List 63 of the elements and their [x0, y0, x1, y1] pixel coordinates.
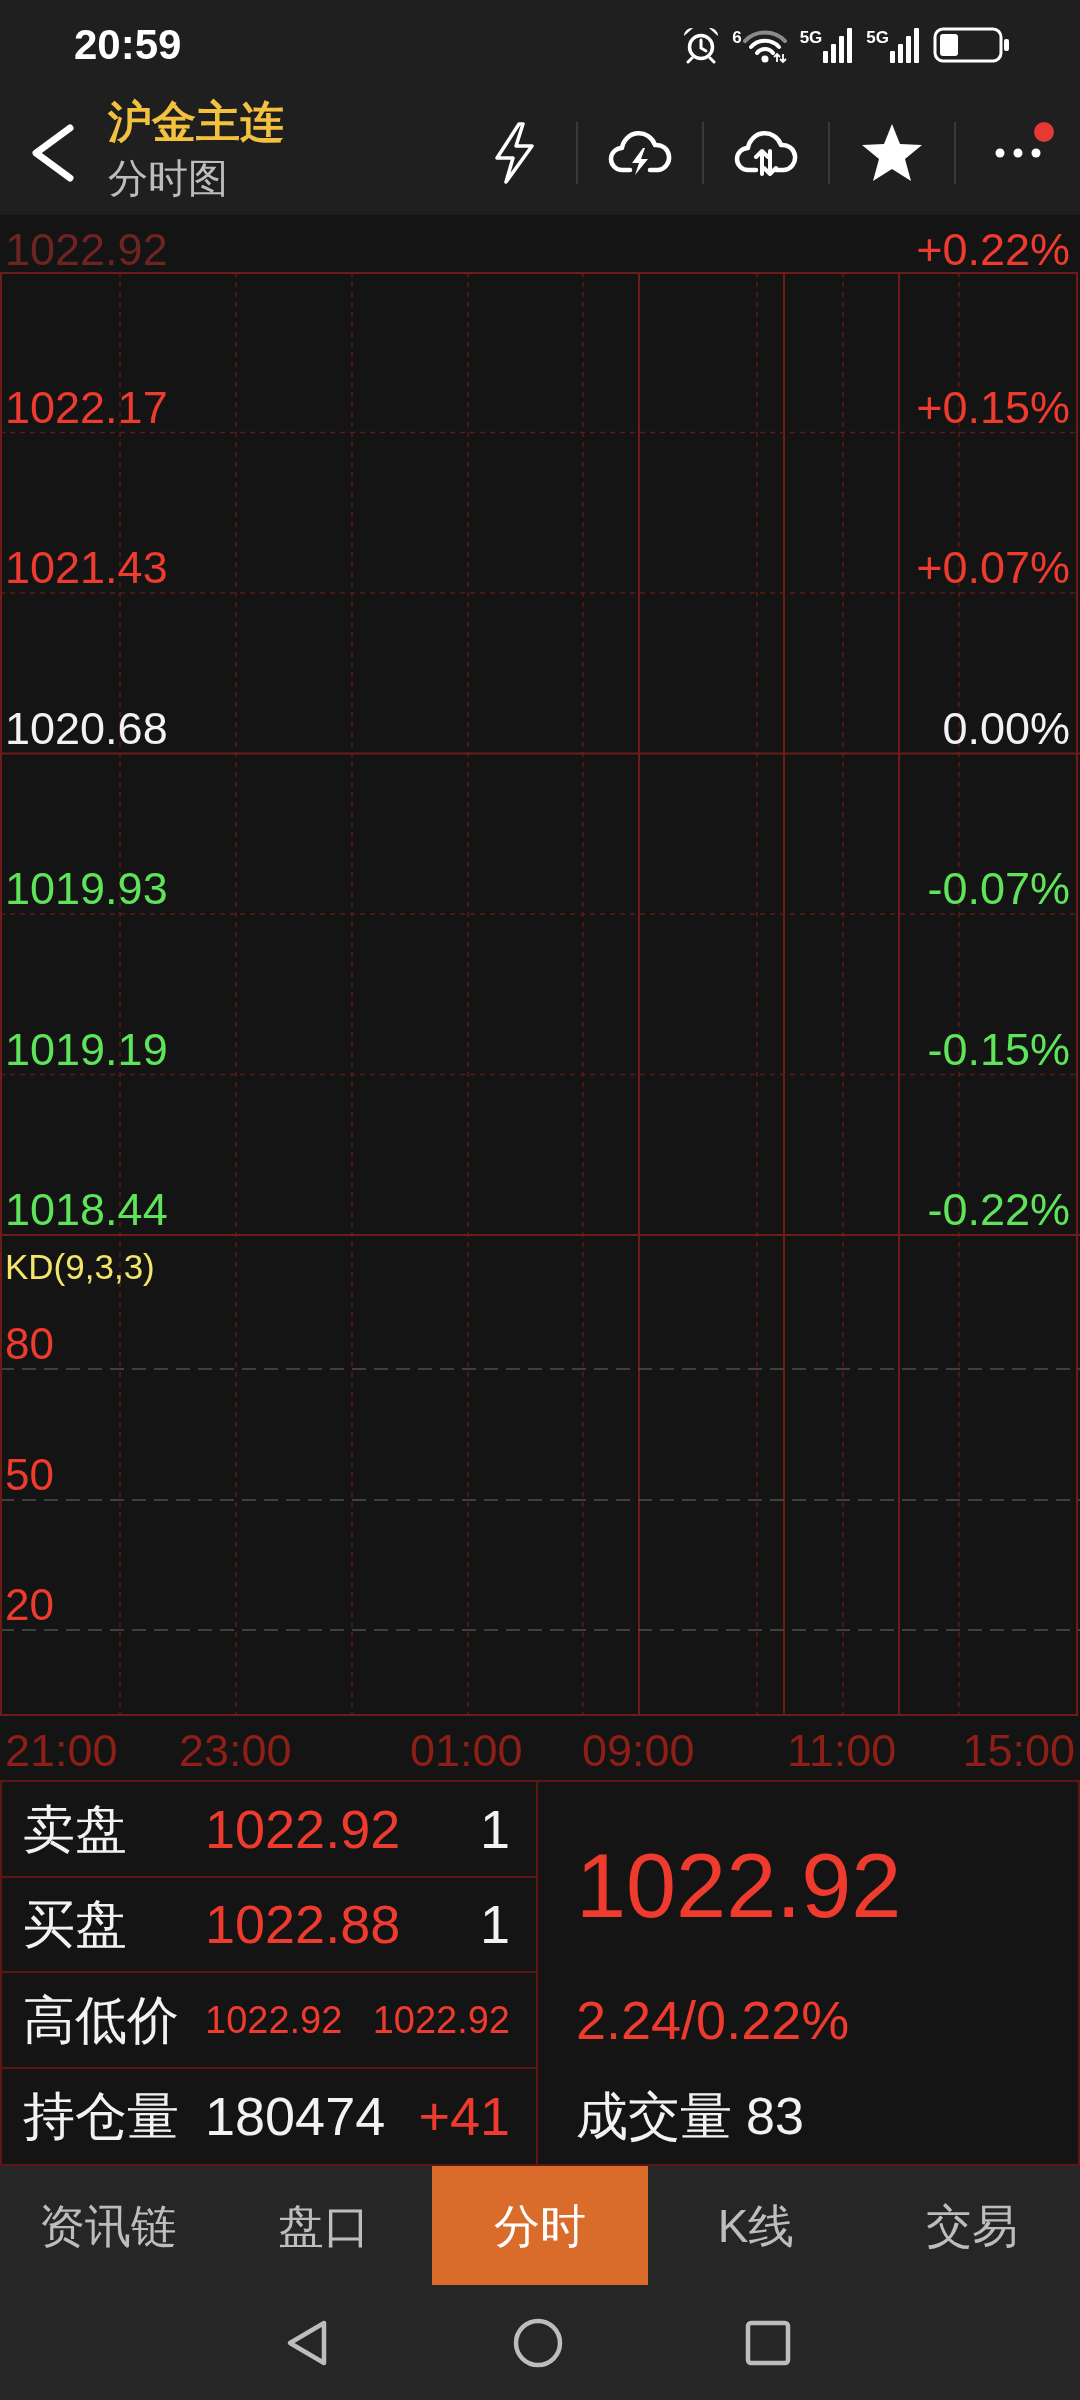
- indicator-axis-label: 20: [5, 1583, 54, 1627]
- signal-bars-icon: [822, 27, 855, 63]
- volume-value: 83: [746, 2090, 804, 2143]
- network-type-label: 5G: [799, 29, 823, 46]
- percent-axis-label: +0.22%: [916, 227, 1070, 272]
- tab[interactable]: K线: [648, 2166, 864, 2285]
- battery-icon: [933, 27, 1009, 63]
- price-axis-label: 1020.68: [5, 705, 168, 751]
- tab[interactable]: 盘口: [216, 2166, 432, 2285]
- network-type-label: 5G: [866, 29, 889, 46]
- last-price: 1022.92: [576, 1841, 902, 1932]
- price-axis-label: 1019.93: [5, 866, 168, 911]
- home-circle-icon: [513, 2317, 563, 2368]
- quote-label: 高低价: [23, 1990, 179, 2049]
- lightning-icon: [492, 120, 536, 185]
- back-button[interactable]: [30, 123, 76, 182]
- quote-value: 1022.92: [205, 2000, 343, 2039]
- percent-axis-label: -0.15%: [927, 1026, 1070, 1072]
- recents-square-icon: [745, 2319, 791, 2366]
- instrument-title: 沪金主连: [108, 99, 284, 144]
- time-axis-label: 11:00: [787, 1728, 897, 1773]
- quote-value: 180474: [205, 2089, 386, 2144]
- percent-axis-label: +0.15%: [916, 384, 1070, 430]
- quote-value: 1022.92: [205, 1801, 401, 1856]
- percent-axis-label: 0.00%: [942, 705, 1070, 751]
- cloud-arrows-icon: [734, 129, 798, 176]
- quote-value: +41: [418, 2089, 510, 2144]
- quote-label: 卖盘: [23, 1799, 127, 1858]
- price-axis-label: 1021.43: [5, 545, 168, 590]
- chart-type-subtitle: 分时图: [108, 157, 229, 198]
- quote-value: 1022.92: [372, 2000, 510, 2039]
- indicator-axis-label: 80: [5, 1322, 54, 1366]
- status-time: 20:59: [74, 24, 182, 66]
- percent-axis-label: +0.07%: [916, 545, 1070, 590]
- time-axis-label: 23:00: [179, 1728, 292, 1773]
- star-icon: [861, 122, 923, 183]
- more-dots-icon: [995, 147, 1041, 158]
- wifi-standard-label: 6: [732, 29, 742, 46]
- time-axis-label: 09:00: [582, 1728, 695, 1773]
- price-axis-label: 1022.92: [5, 227, 168, 272]
- time-axis-label: 21:00: [5, 1728, 118, 1773]
- price-axis-label: 1019.19: [5, 1026, 168, 1072]
- signal-bars-icon: [889, 27, 921, 63]
- quote-value: 1: [479, 1801, 510, 1856]
- alarm-clock-icon: [682, 26, 721, 64]
- indicator-title: KD(9,3,3): [5, 1249, 155, 1284]
- quote-label: 持仓量: [23, 2087, 179, 2146]
- quote-label: 买盘: [23, 1895, 127, 1954]
- tab[interactable]: 资讯链: [0, 2166, 216, 2285]
- time-axis-label: 01:00: [410, 1728, 523, 1773]
- cloud-lightning-icon: [608, 129, 672, 176]
- quote-value: 1: [479, 1897, 510, 1952]
- back-chevron-icon: [30, 123, 76, 182]
- price-change: 2.24/0.22%: [576, 1993, 850, 2048]
- time-axis-label: 15:00: [962, 1728, 1075, 1773]
- tab[interactable]: 交易: [864, 2166, 1080, 2285]
- price-axis-label: 1022.17: [5, 384, 168, 430]
- percent-axis-label: -0.22%: [927, 1187, 1070, 1232]
- percent-axis-label: -0.07%: [927, 866, 1070, 911]
- indicator-axis-label: 50: [5, 1453, 54, 1497]
- quote-value: 1022.88: [205, 1897, 401, 1952]
- volume-label: 成交量: [576, 2090, 732, 2143]
- price-axis-label: 1018.44: [5, 1187, 168, 1232]
